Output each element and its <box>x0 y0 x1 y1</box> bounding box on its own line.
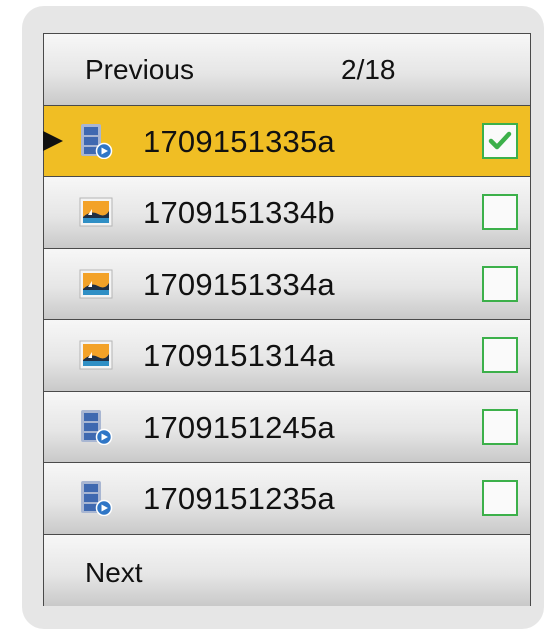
file-checkbox[interactable] <box>482 480 518 516</box>
image-file-icon <box>79 269 113 305</box>
selection-pointer-icon <box>43 130 63 151</box>
file-name: 1709151335a <box>143 123 335 159</box>
video-file-icon <box>79 409 113 445</box>
image-file-icon <box>79 197 113 233</box>
file-name: 1709151334b <box>143 195 335 230</box>
image-file-icon <box>79 340 113 376</box>
file-name: 1709151245a <box>143 409 335 445</box>
page-indicator: 2/18 <box>341 54 396 85</box>
file-row[interactable]: 1709151334b <box>44 177 530 249</box>
file-name: 1709151314a <box>143 338 335 373</box>
previous-button[interactable]: Previous 2/18 <box>44 34 530 106</box>
file-name: 1709151334a <box>143 266 335 302</box>
video-file-icon <box>79 123 113 159</box>
file-row[interactable]: 1709151335a <box>43 105 530 177</box>
file-row[interactable]: 1709151334a <box>44 248 530 320</box>
next-label: Next <box>85 556 143 588</box>
file-checkbox[interactable] <box>482 337 518 373</box>
file-row[interactable]: 1709151235a <box>44 463 530 535</box>
file-checkbox[interactable] <box>482 408 518 445</box>
video-file-icon <box>79 480 113 517</box>
file-list: Previous 2/18 1709151335a 1709151334b 17… <box>43 33 531 606</box>
previous-label: Previous <box>85 54 194 85</box>
file-checkbox[interactable] <box>482 122 518 159</box>
file-name: 1709151235a <box>143 481 335 516</box>
check-icon <box>488 131 512 149</box>
file-checkbox[interactable] <box>482 194 518 230</box>
file-row[interactable]: 1709151245a <box>44 391 530 463</box>
next-button[interactable]: Next <box>44 534 530 606</box>
file-checkbox[interactable] <box>482 265 518 302</box>
file-row[interactable]: 1709151314a <box>44 320 530 392</box>
